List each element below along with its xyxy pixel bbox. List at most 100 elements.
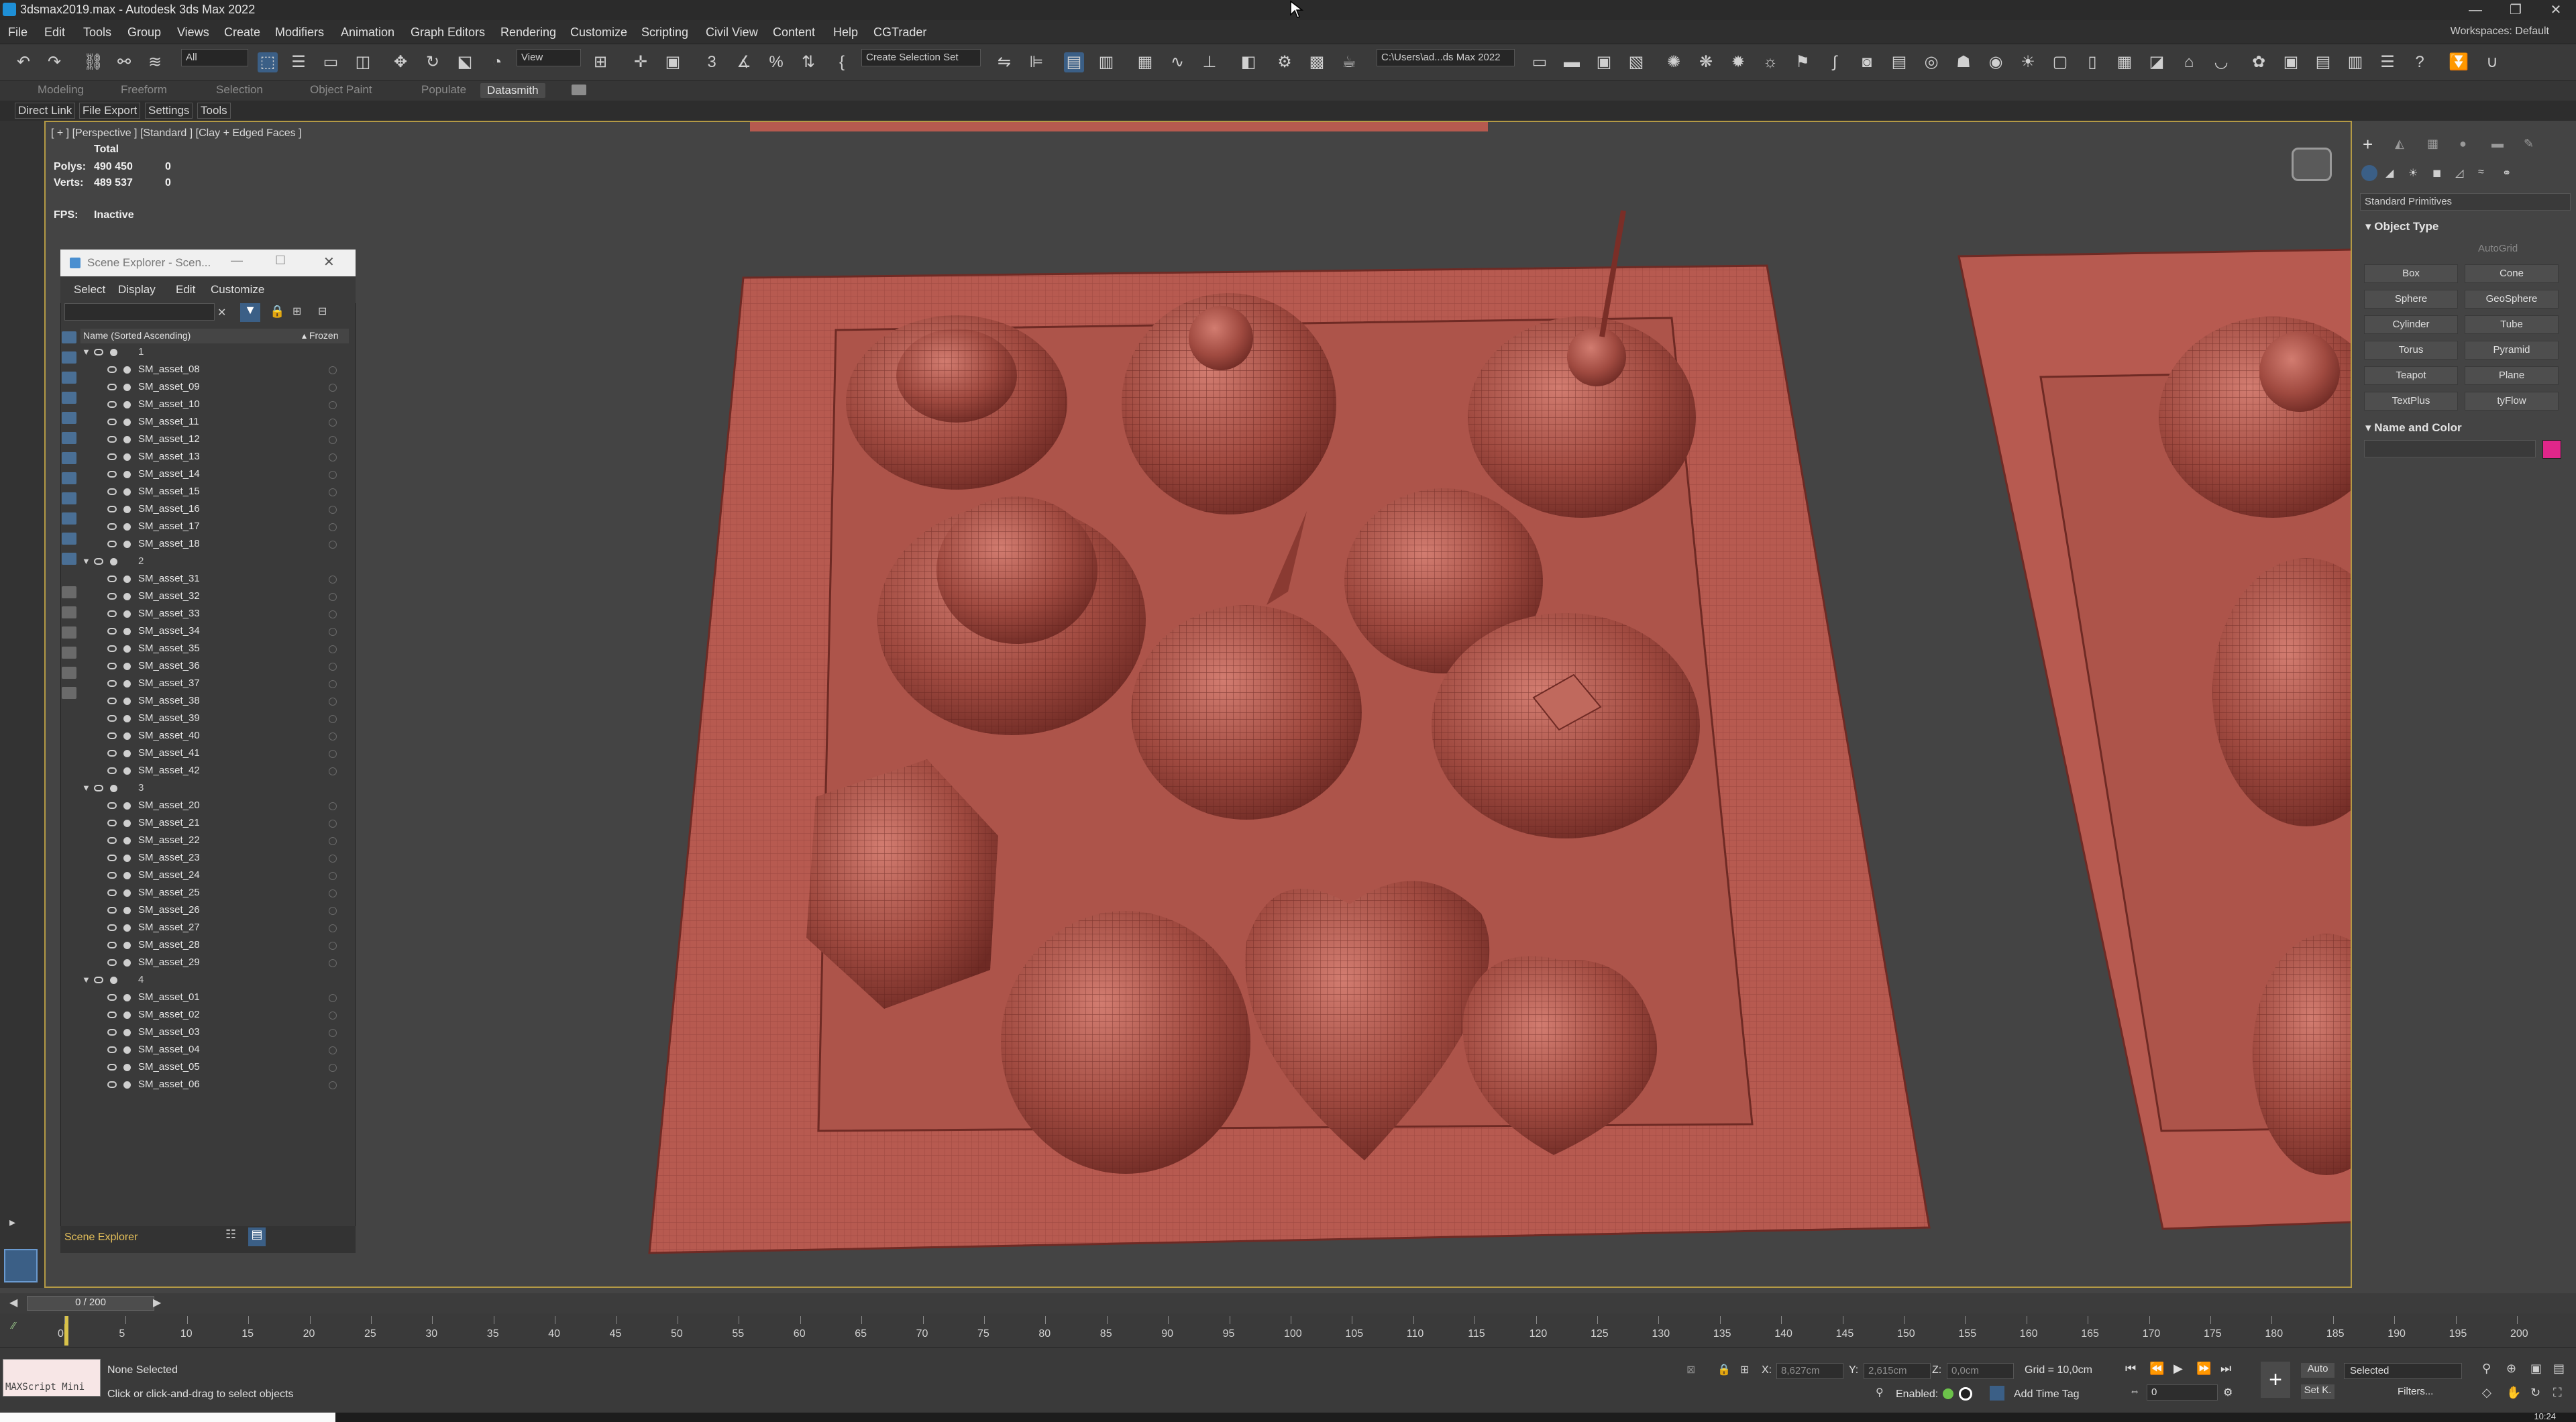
visibility-eye-icon[interactable] — [107, 820, 117, 826]
grid-icon[interactable]: ▦ — [2114, 52, 2135, 72]
hierarchy-tab-icon[interactable]: ▦ — [2427, 137, 2445, 152]
zoom-extents-all-icon[interactable]: ▤ — [2553, 1362, 2571, 1376]
menu-customize[interactable]: Customize — [570, 25, 627, 40]
render-toggle-icon[interactable] — [123, 1064, 131, 1071]
display-tab-icon[interactable]: ▬ — [2491, 137, 2509, 152]
box-button[interactable]: Box — [2364, 264, 2458, 283]
scene-object-row[interactable]: SM_asset_38 — [60, 692, 353, 710]
visibility-eye-icon[interactable] — [107, 419, 117, 425]
render-toggle-icon[interactable] — [123, 889, 131, 897]
tab-modeling[interactable]: Modeling — [38, 83, 84, 97]
scene-converter-icon[interactable]: ▥ — [2345, 52, 2365, 72]
ribbon-toggle-icon[interactable] — [572, 85, 586, 95]
render-toggle-icon[interactable] — [123, 506, 131, 513]
current-frame-field[interactable]: 0 — [2147, 1384, 2218, 1401]
key-filter-icon[interactable]: ⚲ — [1876, 1386, 1889, 1399]
menu-group[interactable]: Group — [127, 25, 161, 40]
layout-icon[interactable]: ▯ — [2082, 52, 2102, 72]
render-toggle-icon[interactable] — [123, 872, 131, 879]
menu-rendering[interactable]: Rendering — [500, 25, 556, 40]
render-toggle-icon[interactable] — [123, 576, 131, 583]
percent-snap-icon[interactable]: % — [766, 52, 786, 72]
hierarchy-icon[interactable]: ⊞ — [292, 305, 307, 319]
menu-create[interactable]: Create — [224, 25, 260, 40]
render-toggle-icon[interactable] — [123, 645, 131, 653]
scene-object-row[interactable]: SM_asset_27 — [60, 919, 353, 936]
se-maximize-button[interactable]: ☐ — [275, 254, 291, 270]
render-toggle-icon[interactable] — [123, 523, 131, 531]
bind-space-warp-icon[interactable]: ≋ — [145, 52, 165, 72]
visibility-eye-icon[interactable] — [107, 889, 117, 896]
render-toggle-icon[interactable] — [123, 366, 131, 374]
helpers-category-icon[interactable]: ◿ — [2455, 166, 2471, 181]
visibility-eye-icon[interactable] — [107, 802, 117, 809]
scale-icon[interactable]: ⬕ — [455, 52, 475, 72]
frozen-toggle-icon[interactable] — [329, 471, 337, 479]
time-tag-icon[interactable] — [1990, 1386, 2004, 1401]
visibility-eye-icon[interactable] — [107, 384, 117, 390]
3dsmax-app-icon[interactable] — [3, 3, 16, 16]
time-config-arrows-icon[interactable]: ⇔ — [2129, 1386, 2143, 1399]
workspace-list-icon[interactable]: ☰ — [2377, 52, 2398, 72]
visibility-eye-icon[interactable] — [94, 349, 103, 356]
autogrid-checkbox[interactable]: AutoGrid — [2478, 243, 2518, 254]
settings-tab[interactable]: Settings — [145, 103, 193, 119]
scene-object-row[interactable]: SM_asset_01 — [60, 989, 353, 1006]
scene-group-row[interactable]: ▼ 2 — [60, 553, 353, 570]
se-close-button[interactable]: ✕ — [323, 254, 339, 270]
scene-object-row[interactable]: SM_asset_23 — [60, 849, 353, 867]
plugin-arrow-icon[interactable]: ⏬ — [2449, 52, 2469, 72]
tab-populate[interactable]: Populate — [421, 83, 466, 97]
visibility-eye-icon[interactable] — [107, 1046, 117, 1053]
zoom-icon[interactable]: ⚲ — [2482, 1362, 2500, 1376]
object-type-rollout[interactable]: ▾ Object Type — [2365, 220, 2438, 233]
render-toggle-icon[interactable] — [123, 471, 131, 478]
visibility-eye-icon[interactable] — [107, 924, 117, 931]
menu-tools[interactable]: Tools — [83, 25, 111, 40]
selected-key-filter-dropdown[interactable]: Selected — [2344, 1363, 2462, 1379]
render-toggle-icon[interactable] — [123, 436, 131, 443]
visibility-eye-icon[interactable] — [107, 1081, 117, 1088]
render-toggle-icon[interactable] — [123, 924, 131, 932]
torus-button[interactable]: Torus — [2364, 341, 2458, 360]
mini-curve-editor-icon[interactable]: ⁄⁄ — [12, 1320, 32, 1336]
scene-object-row[interactable]: SM_asset_29 — [60, 954, 353, 971]
se-menu-customize[interactable]: Customize — [211, 283, 264, 296]
frozen-toggle-icon[interactable] — [329, 1011, 337, 1020]
frozen-toggle-icon[interactable] — [329, 924, 337, 932]
pan-icon[interactable]: ✋ — [2506, 1386, 2524, 1401]
frozen-toggle-icon[interactable] — [329, 453, 337, 461]
taskbar-search-box[interactable] — [0, 1413, 335, 1422]
orbit-icon[interactable]: ↻ — [2530, 1386, 2548, 1401]
palette-icon[interactable]: ✿ — [2249, 52, 2269, 72]
x-coordinate-field[interactable]: 8,627cm — [1776, 1363, 1843, 1379]
render-setup-icon[interactable]: ⚙ — [1275, 52, 1295, 72]
magnet-icon[interactable]: ∪ — [2482, 52, 2502, 72]
sphere-button[interactable]: Sphere — [2364, 290, 2458, 309]
filter-icon[interactable]: ▼ — [240, 303, 260, 322]
visibility-eye-icon[interactable] — [107, 610, 117, 617]
frozen-toggle-icon[interactable] — [329, 366, 337, 374]
textplus-button[interactable]: TextPlus — [2364, 392, 2458, 411]
redo-icon[interactable]: ↷ — [44, 52, 64, 72]
frozen-toggle-icon[interactable] — [329, 593, 337, 601]
frozen-toggle-icon[interactable] — [329, 715, 337, 723]
select-object-icon[interactable]: ⬚ — [258, 52, 278, 72]
expand-arrow-icon[interactable]: ▸ — [9, 1215, 25, 1232]
scene-object-row[interactable]: SM_asset_10 — [60, 396, 353, 413]
visibility-eye-icon[interactable] — [107, 994, 117, 1001]
column-frozen-header[interactable]: ▴ Frozen — [302, 330, 339, 341]
save-as-icon[interactable]: ▧ — [1626, 52, 1646, 72]
scene-object-row[interactable]: SM_asset_40 — [60, 727, 353, 745]
frozen-toggle-icon[interactable] — [329, 1029, 337, 1037]
align-icon[interactable]: ⊫ — [1026, 52, 1046, 72]
render-toggle-icon[interactable] — [123, 767, 131, 775]
viewport-layout-tab-icon[interactable] — [4, 1249, 38, 1282]
object-color-swatch[interactable] — [2542, 440, 2561, 459]
scene-object-row[interactable]: SM_asset_22 — [60, 832, 353, 849]
toggle-layer-explorer-icon[interactable]: ▥ — [1096, 52, 1116, 72]
render-toggle-icon[interactable] — [123, 942, 131, 949]
scene-object-row[interactable]: SM_asset_28 — [60, 936, 353, 954]
eye-icon[interactable]: ◡ — [2211, 52, 2231, 72]
absolute-mode-icon[interactable]: ⊞ — [1740, 1363, 1756, 1378]
